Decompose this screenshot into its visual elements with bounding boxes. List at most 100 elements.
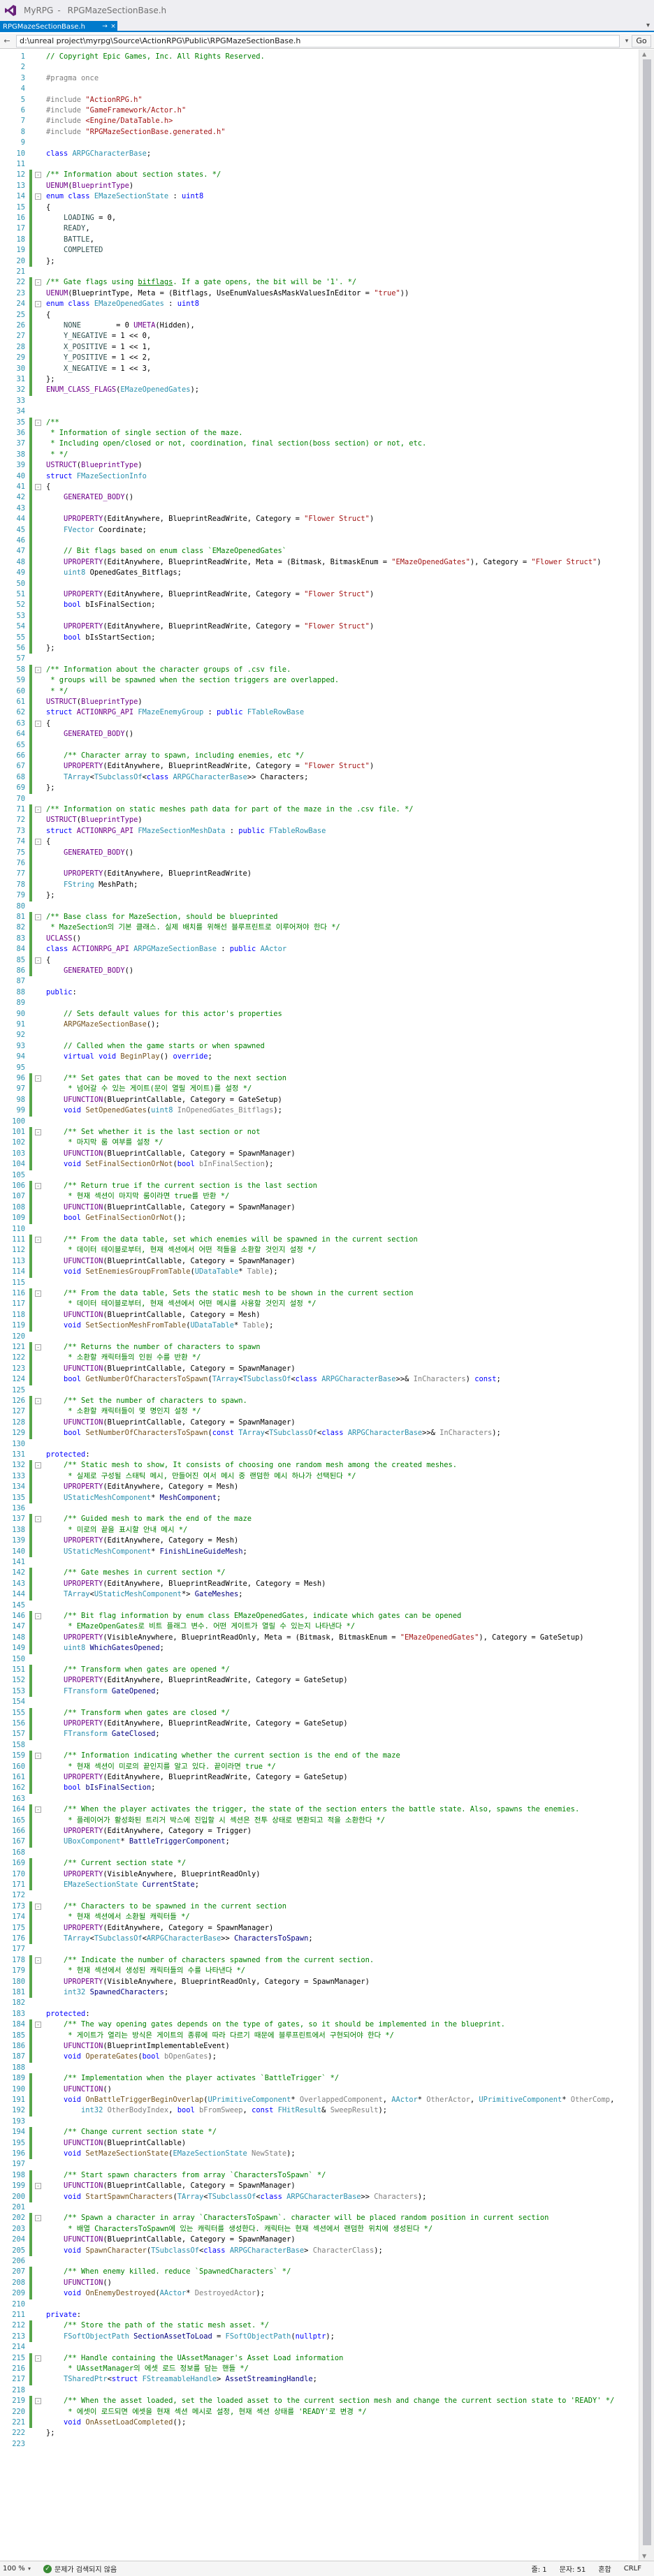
code-line[interactable]: * 실제로 구성될 스태틱 메시, 만들어진 여서 메시 중 랜덤한 메시 하나…	[46, 1471, 356, 1482]
code-line[interactable]: };	[46, 890, 55, 901]
fold-toggle-icon[interactable]: -	[35, 193, 41, 200]
fold-toggle-icon[interactable]: -	[35, 1806, 41, 1813]
code-line[interactable]: private:	[46, 2310, 81, 2320]
zoom-level[interactable]: 100 %	[0, 2565, 28, 2573]
zoom-dropdown-icon[interactable]: ▾	[28, 2566, 36, 2572]
code-line[interactable]: TArray<UStaticMeshComponent*> GateMeshes…	[46, 1589, 243, 1600]
code-line[interactable]: int32 OtherBodyIndex, bool bFromSweep, c…	[46, 2105, 387, 2116]
code-line[interactable]: bool bIsStartSection;	[46, 633, 155, 643]
code-line[interactable]: public:	[46, 987, 77, 998]
line-ending[interactable]: CRLF	[624, 2565, 641, 2573]
tab-rpgmazesectionbase-h[interactable]: RPGMazeSectionBase.h → ×	[0, 21, 117, 32]
code-line[interactable]: UBoxComponent* BattleTriggerComponent;	[46, 1837, 230, 1847]
code-line[interactable]: UPROPERTY(EditAnywhere, Category = Spawn…	[46, 1923, 273, 1934]
code-line[interactable]: * 넘어갈 수 있는 게이트(문이 열릴 게이트)를 설정 */	[46, 1084, 252, 1094]
fold-toggle-icon[interactable]: -	[35, 419, 41, 426]
code-line[interactable]: ENUM_CLASS_FLAGS(EMazeOpenedGates);	[46, 385, 199, 395]
code-line[interactable]: /** Bit flag information by enum class E…	[46, 1611, 461, 1621]
code-line[interactable]: READY,	[46, 223, 90, 234]
code-line[interactable]: * 플레이어가 활성화된 트리거 박스에 진입할 시 섹션은 전투 상태로 변환…	[46, 1816, 385, 1826]
code-line[interactable]: /** Guided mesh to mark the end of the m…	[46, 1514, 252, 1524]
code-line[interactable]: UPROPERTY(VisibleAnywhere, BlueprintRead…	[46, 1633, 583, 1643]
fold-toggle-icon[interactable]: -	[35, 1237, 41, 1243]
code-line[interactable]: FVector Coordinate;	[46, 525, 147, 536]
code-line[interactable]: #include "RPGMazeSectionBase.generated.h…	[46, 127, 226, 138]
code-line[interactable]: /**	[46, 418, 59, 428]
code-line[interactable]: UPROPERTY(EditAnywhere, BlueprintReadWri…	[46, 621, 374, 632]
code-line[interactable]: /** The way opening gates depends on the…	[46, 2019, 505, 2030]
code-line[interactable]: UFUNCTION(BlueprintCallable, Category = …	[46, 1149, 296, 1159]
fold-toggle-icon[interactable]: -	[35, 957, 41, 964]
code-line[interactable]: /** Return true if the current section i…	[46, 1181, 317, 1191]
fold-toggle-icon[interactable]: -	[35, 1183, 41, 1189]
code-line[interactable]: UFUNCTION(BlueprintCallable, Category = …	[46, 1095, 282, 1105]
code-line[interactable]: FString MeshPath;	[46, 880, 138, 890]
code-line[interactable]: /** Indicate the number of characters sp…	[46, 1955, 374, 1966]
code-line[interactable]: enum class EMazeSectionState : uint8	[46, 191, 203, 202]
code-line[interactable]: /** Gate flags using bitflags. If a gate…	[46, 277, 356, 288]
code-line[interactable]: /** When the player activates the trigge…	[46, 1804, 579, 1815]
code-text-area[interactable]: // Copyright Epic Games, Inc. All Rights…	[43, 50, 614, 2561]
fold-toggle-icon[interactable]: -	[35, 807, 41, 813]
code-line[interactable]: UFUNCTION(BlueprintCallable, Category = …	[46, 2235, 296, 2245]
code-line[interactable]: /** Characters to be spawned in the curr…	[46, 1901, 286, 1912]
fold-toggle-icon[interactable]: -	[35, 720, 41, 727]
code-line[interactable]: enum class EMazeOpenedGates : uint8	[46, 299, 199, 309]
code-line[interactable]: GENERATED_BODY()	[46, 848, 133, 858]
code-line[interactable]: * groups will be spawned when the sectio…	[46, 675, 339, 686]
code-line[interactable]: * 데이터 테이블로부터, 현재 섹션에서 어떤 메시를 사용할 것인지 설정 …	[46, 1299, 316, 1309]
code-line[interactable]: UENUM(BlueprintType, Meta = (Bitflags, U…	[46, 288, 409, 299]
code-line[interactable]: UFUNCTION()	[46, 2084, 112, 2095]
code-line[interactable]: bool bIsFinalSection;	[46, 600, 155, 610]
code-line[interactable]: /** Start spawn characters from array `C…	[46, 2170, 326, 2181]
code-line[interactable]: struct ACTIONRPG_API FMazeEnemyGroup : p…	[46, 707, 304, 718]
code-line[interactable]: UFUNCTION()	[46, 2278, 112, 2288]
code-line[interactable]: * 게이트가 열리는 방식은 게이트의 종류에 따라 다르기 때문에 블루프린트…	[46, 2031, 394, 2041]
code-line[interactable]: UPROPERTY(EditAnywhere, BlueprintReadWri…	[46, 1675, 348, 1686]
code-editor[interactable]: 1 2 3 4 5 6 7 8 9 10 11 12-13 14-15 16 17 18 19 20 21 22-23…	[0, 50, 654, 2561]
code-line[interactable]: UFUNCTION(BlueprintCallable, Category = …	[46, 2181, 296, 2191]
fold-toggle-icon[interactable]: -	[35, 2215, 41, 2222]
code-line[interactable]: };	[46, 2428, 55, 2438]
code-line[interactable]: * 현재 섹션이 미로의 끝인지를 알고 있다. 끝이라면 true */	[46, 1762, 276, 1772]
code-line[interactable]: UCLASS()	[46, 934, 81, 944]
code-line[interactable]: {	[46, 955, 50, 966]
code-line[interactable]: struct FMazeSectionInfo	[46, 471, 147, 482]
code-line[interactable]: };	[46, 643, 55, 654]
code-line[interactable]: /** Transform when gates are opened */	[46, 1665, 230, 1675]
code-line[interactable]: class ARPGCharacterBase;	[46, 149, 151, 159]
code-line[interactable]: {	[46, 310, 50, 321]
code-line[interactable]: /** Spawn a character in array `Characte…	[46, 2213, 548, 2223]
code-line[interactable]: #pragma once	[46, 73, 99, 84]
scroll-down-icon[interactable]: ▼	[642, 2553, 646, 2559]
code-line[interactable]: // Sets default values for this actor's …	[46, 1009, 282, 1020]
code-line[interactable]: /** When enemy killed. reduce `SpawnedCh…	[46, 2267, 291, 2277]
code-line[interactable]: uint8 WhichGatesOpened;	[46, 1643, 164, 1654]
code-line[interactable]: /** Information on static meshes path da…	[46, 804, 413, 815]
code-line[interactable]: uint8 OpenedGates_Bitflags;	[46, 568, 182, 578]
code-line[interactable]: /** Character array to spawn, including …	[46, 751, 304, 761]
fold-toggle-icon[interactable]: -	[35, 1462, 41, 1469]
code-line[interactable]: /** Store the path of the static mesh as…	[46, 2320, 269, 2331]
path-dropdown-icon[interactable]: ▾	[622, 38, 632, 45]
code-line[interactable]: UPROPERTY(EditAnywhere, BlueprintReadWri…	[46, 589, 374, 600]
code-line[interactable]: void SetSectionMeshFromTable(UDataTable*…	[46, 1320, 273, 1331]
code-line[interactable]: void SetFinalSectionOrNot(bool bInFinalS…	[46, 1159, 273, 1170]
code-line[interactable]: void OnBattleTriggerBeginOverlap(UPrimit…	[46, 2095, 614, 2105]
code-line[interactable]: * 데이터 테이블로부터, 현재 섹션에서 어떤 적들을 소환할 것인지 설정 …	[46, 1245, 316, 1256]
fold-toggle-icon[interactable]: -	[35, 1957, 41, 1964]
fold-toggle-icon[interactable]: -	[35, 1344, 41, 1350]
fold-toggle-icon[interactable]: -	[35, 279, 41, 286]
code-line[interactable]: * */	[46, 686, 68, 697]
code-line[interactable]: * 소환할 캐릭터들이 몇 명인지 설정 */	[46, 1406, 201, 1417]
go-button[interactable]: Go	[632, 34, 651, 47]
code-line[interactable]: {	[46, 203, 50, 213]
code-line[interactable]: /** From the data table, Sets the static…	[46, 1288, 413, 1299]
code-line[interactable]: * 현재 섹션에서 소환될 캐릭터들 */	[46, 1912, 189, 1922]
code-line[interactable]: // Bit flags based on enum class `EMazeO…	[46, 546, 286, 557]
fold-toggle-icon[interactable]: -	[35, 1903, 41, 1910]
code-line[interactable]: {	[46, 837, 50, 847]
code-line[interactable]: * 배열 CharactersToSpawn에 있는 캐릭터를 생성한다. 캐릭…	[46, 2224, 433, 2235]
fold-toggle-icon[interactable]: -	[35, 172, 41, 179]
code-line[interactable]: void OperateGates(bool bOpenGates);	[46, 2052, 217, 2062]
